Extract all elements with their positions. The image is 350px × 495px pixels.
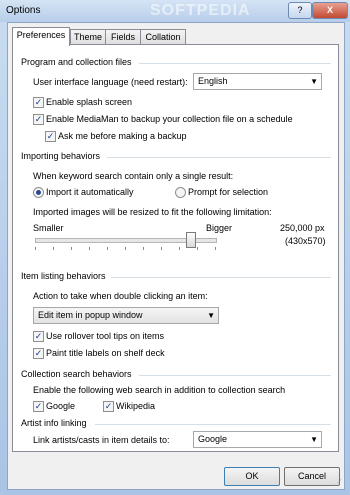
title-bar[interactable]: Options SOFTPEDIA ? X xyxy=(0,0,350,22)
slider-tick xyxy=(107,247,108,250)
backup-label: Enable MediaMan to backup your collectio… xyxy=(46,114,293,124)
slider-tick xyxy=(215,247,216,250)
web-search-label: Enable the following web search in addit… xyxy=(33,385,286,395)
bigger-label: Bigger xyxy=(206,223,233,233)
google-search-checkbox[interactable]: ✓ xyxy=(33,401,44,412)
section-divider xyxy=(111,277,331,278)
section-artist-heading: Artist info linking xyxy=(21,418,87,428)
dialog-client: Preferences Theme Fields Collation Progr… xyxy=(7,22,345,490)
watermark: SOFTPEDIA xyxy=(150,2,251,19)
size-dims-value: (430x570) xyxy=(285,236,326,246)
section-search-heading: Collection search behaviors xyxy=(21,369,132,379)
splash-checkbox[interactable]: ✓ xyxy=(33,97,44,108)
double-click-select[interactable]: Edit item in popup window ▼ xyxy=(33,307,219,324)
slider-tick xyxy=(71,247,72,250)
tab-theme[interactable]: Theme xyxy=(70,29,106,45)
language-select[interactable]: English ▼ xyxy=(193,73,322,90)
ask-backup-label: Ask me before making a backup xyxy=(58,131,187,141)
double-click-value: Edit item in popup window xyxy=(38,310,143,320)
tab-collation[interactable]: Collation xyxy=(140,29,186,45)
tab-preferences[interactable]: Preferences xyxy=(12,27,70,46)
cancel-button[interactable]: Cancel xyxy=(284,467,340,486)
google-search-label: Google xyxy=(46,401,76,411)
splash-label: Enable splash screen xyxy=(46,97,133,107)
slider-tick xyxy=(125,247,126,250)
resize-label: Imported images will be resized to fit t… xyxy=(33,207,272,217)
section-listing-heading: Item listing behaviors xyxy=(21,271,106,281)
import-auto-radio[interactable] xyxy=(33,187,44,198)
single-result-label: When keyword search contain only a singl… xyxy=(33,171,234,181)
slider-tick xyxy=(89,247,90,250)
paint-labels-label: Paint title labels on shelf deck xyxy=(46,348,165,358)
slider-tick xyxy=(143,247,144,250)
slider-tick xyxy=(179,247,180,250)
slider-tick xyxy=(35,247,36,250)
artist-link-value: Google xyxy=(198,434,228,444)
wikipedia-search-checkbox[interactable]: ✓ xyxy=(103,401,114,412)
close-button[interactable]: X xyxy=(312,2,348,19)
preferences-panel: Program and collection files User interf… xyxy=(12,44,339,452)
slider-tick xyxy=(53,247,54,250)
prompt-radio[interactable] xyxy=(175,187,186,198)
ask-backup-checkbox[interactable]: ✓ xyxy=(45,131,56,142)
section-importing-heading: Importing behaviors xyxy=(21,151,101,161)
help-button[interactable]: ? xyxy=(288,2,312,19)
section-divider xyxy=(139,375,331,376)
section-divider xyxy=(95,424,331,425)
rollover-checkbox[interactable]: ✓ xyxy=(33,331,44,342)
slider-tick xyxy=(161,247,162,250)
chevron-down-icon: ▼ xyxy=(310,435,318,444)
chevron-down-icon: ▼ xyxy=(207,311,215,320)
smaller-label: Smaller xyxy=(33,223,64,233)
rollover-label: Use rollover tool tips on items xyxy=(46,331,165,341)
prompt-label: Prompt for selection xyxy=(188,187,269,197)
section-program-heading: Program and collection files xyxy=(21,57,132,67)
radio-selected-dot xyxy=(36,190,41,195)
section-divider xyxy=(139,63,331,64)
options-window: Options SOFTPEDIA ? X Preferences Theme … xyxy=(0,0,350,495)
artist-link-label: Link artists/casts in item details to: xyxy=(33,435,170,445)
chevron-down-icon: ▼ xyxy=(310,77,318,86)
image-size-slider-thumb[interactable] xyxy=(185,232,196,248)
language-value: English xyxy=(198,76,228,86)
section-divider xyxy=(107,157,331,158)
ok-button[interactable]: OK xyxy=(224,467,280,486)
language-label: User interface language (need restart): xyxy=(33,77,188,87)
double-click-label: Action to take when double clicking an i… xyxy=(33,291,208,301)
paint-labels-checkbox[interactable]: ✓ xyxy=(33,348,44,359)
artist-link-select[interactable]: Google ▼ xyxy=(193,431,322,448)
backup-checkbox[interactable]: ✓ xyxy=(33,114,44,125)
resize-grip-icon[interactable]: ⋰ xyxy=(334,478,342,487)
wikipedia-search-label: Wikipedia xyxy=(116,401,156,411)
tab-fields[interactable]: Fields xyxy=(105,29,141,45)
window-title: Options xyxy=(6,5,41,16)
size-px-value: 250,000 px xyxy=(280,223,325,233)
slider-tick xyxy=(197,247,198,250)
import-auto-label: Import it automatically xyxy=(46,187,134,197)
